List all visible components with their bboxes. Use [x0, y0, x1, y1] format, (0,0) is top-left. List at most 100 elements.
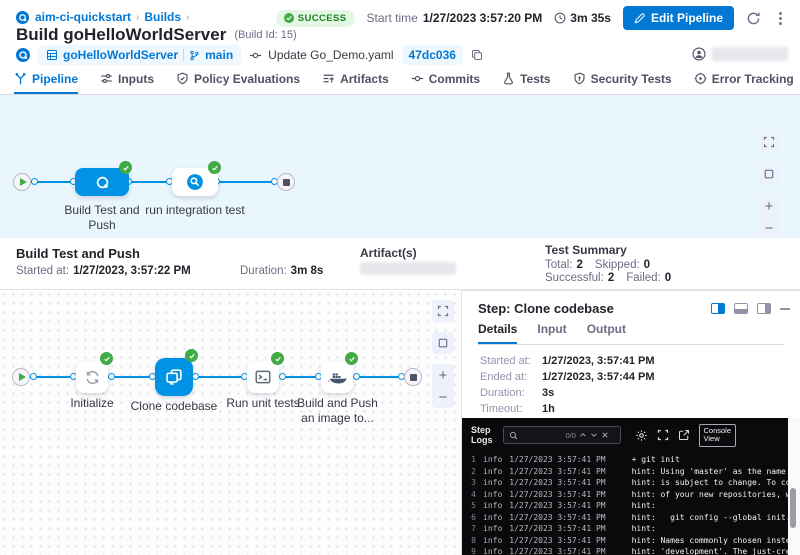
- scrollbar-thumb[interactable]: [790, 488, 796, 528]
- log-search-input[interactable]: [521, 431, 563, 440]
- stage-graph-start-node: [13, 173, 31, 191]
- search-match-count: 0/0: [566, 431, 576, 440]
- clone-icon: [164, 367, 184, 387]
- edit-pipeline-button[interactable]: Edit Pipeline: [623, 6, 734, 30]
- detail-value: 1h: [542, 403, 555, 415]
- page-title: Build goHelloWorldServer: [16, 25, 226, 45]
- step-tab-input[interactable]: Input: [537, 322, 566, 344]
- detail-label: Ended at:: [480, 371, 542, 383]
- total-label: Total:: [545, 259, 573, 271]
- layout-right-icon[interactable]: [757, 303, 771, 314]
- pipeline-icon: [14, 72, 27, 85]
- pill-divider: [183, 49, 184, 61]
- zoom-in-button[interactable]: +: [432, 364, 454, 386]
- canvas-zoom-controls: + −: [758, 195, 780, 239]
- step-success-badge: [185, 349, 198, 362]
- log-settings-gear-icon[interactable]: [635, 429, 648, 442]
- log-open-external-icon[interactable]: [678, 429, 690, 441]
- connector-dot: [108, 373, 115, 380]
- breadcrumb-project[interactable]: aim-ci-quickstart: [35, 10, 131, 24]
- detail-value: 1/27/2023, 3:57:44 PM: [542, 371, 655, 383]
- commit-message[interactable]: Update Go_Demo.yaml: [268, 48, 393, 62]
- skipped-value: 0: [644, 259, 650, 271]
- chevron-down-icon[interactable]: [590, 431, 598, 439]
- reset-view-icon: [763, 168, 775, 180]
- breadcrumb-separator-2: ›: [186, 12, 189, 23]
- user-icon: [692, 47, 706, 61]
- minimize-icon[interactable]: [780, 308, 790, 310]
- total-value: 2: [577, 259, 583, 271]
- branch-name[interactable]: main: [205, 48, 233, 62]
- tab-commits[interactable]: Commits: [411, 65, 480, 94]
- sync-icon: [84, 369, 101, 386]
- check-icon: [274, 355, 282, 363]
- commit-sha-pill[interactable]: 47dc036: [402, 45, 463, 65]
- connector-dot: [353, 373, 360, 380]
- step-node-build-and-push[interactable]: [321, 361, 353, 393]
- canvas-reset-button[interactable]: [432, 332, 454, 354]
- tab-error-tracking[interactable]: Error Tracking: [694, 65, 794, 94]
- canvas-zoom-controls: + −: [432, 364, 454, 408]
- console-view-button[interactable]: ConsoleView: [699, 424, 737, 447]
- tab-policy-evaluations[interactable]: Policy Evaluations: [176, 65, 300, 94]
- zoom-out-button[interactable]: −: [758, 217, 780, 239]
- triggered-by: [692, 46, 788, 62]
- commit-sha: 47dc036: [409, 48, 456, 62]
- build-id: (Build Id: 15): [234, 29, 296, 41]
- header: aim-ci-quickstart › Builds › SUCCESS Sta…: [0, 0, 800, 65]
- detail-row: Ended at: 1/27/2023, 3:57:44 PM: [480, 371, 655, 383]
- tab-inputs[interactable]: Inputs: [100, 65, 154, 94]
- error-tracking-icon: [694, 72, 707, 85]
- step-node-label: Clone codebase: [129, 399, 219, 414]
- step-tab-output[interactable]: Output: [587, 322, 626, 344]
- failed-value: 0: [665, 272, 671, 284]
- canvas-fit-button[interactable]: [758, 131, 780, 153]
- zoom-out-button[interactable]: −: [432, 386, 454, 408]
- step-node-initialize[interactable]: [76, 361, 108, 393]
- stage-success-badge: [119, 161, 132, 174]
- commit-icon: [249, 49, 262, 62]
- step-success-badge: [345, 352, 358, 365]
- log-line: 5info1/27/2023 3:57:41 PMhint:: [462, 500, 788, 512]
- stage-node-label: run integration test: [145, 203, 245, 218]
- tab-artifacts[interactable]: Artifacts: [322, 65, 389, 94]
- canvas-fit-button[interactable]: [432, 300, 454, 322]
- step-node-clone-codebase[interactable]: [155, 358, 193, 396]
- close-icon[interactable]: [601, 431, 609, 439]
- tab-pipeline[interactable]: Pipeline: [14, 65, 78, 94]
- stop-icon: [283, 179, 290, 186]
- connector-dot: [30, 373, 37, 380]
- harness-logo-icon: [16, 48, 30, 62]
- step-graph-canvas: Initialize Clone codebase Run unit tests…: [0, 290, 462, 555]
- tab-security-tests[interactable]: Security Tests: [573, 65, 672, 94]
- chevron-up-icon[interactable]: [579, 431, 587, 439]
- policy-icon: [176, 72, 189, 85]
- branch-icon: [189, 50, 200, 61]
- detail-row: Duration: 3s: [480, 387, 554, 399]
- layout-right-active-icon[interactable]: [711, 303, 725, 314]
- refresh-icon[interactable]: [746, 11, 761, 26]
- kebab-menu-icon[interactable]: ⋮: [773, 9, 788, 27]
- successful-label: Successful:: [545, 272, 604, 284]
- play-icon: [20, 178, 27, 186]
- started-at-value: 1/27/2023, 3:57:22 PM: [73, 265, 191, 277]
- detail-label: Started at:: [480, 355, 542, 367]
- zoom-in-button[interactable]: +: [758, 195, 780, 217]
- log-fullscreen-icon[interactable]: [657, 429, 669, 441]
- step-tab-details[interactable]: Details: [478, 322, 517, 344]
- copy-icon[interactable]: [471, 49, 483, 61]
- breadcrumb-builds[interactable]: Builds: [144, 10, 181, 24]
- tab-tests[interactable]: Tests: [502, 65, 550, 94]
- check-icon: [103, 355, 111, 363]
- terminal-icon: [254, 368, 272, 386]
- log-line: 7info1/27/2023 3:57:41 PMhint:: [462, 523, 788, 535]
- canvas-reset-button[interactable]: [758, 163, 780, 185]
- project-logo-icon: [16, 11, 29, 24]
- step-node-run-unit-tests[interactable]: [247, 361, 279, 393]
- layout-bottom-icon[interactable]: [734, 303, 748, 314]
- step-success-badge: [100, 352, 113, 365]
- stop-icon: [410, 374, 417, 381]
- fit-view-icon: [763, 136, 775, 148]
- repo-name[interactable]: goHelloWorldServer: [63, 48, 178, 62]
- console-title: StepLogs: [471, 425, 493, 445]
